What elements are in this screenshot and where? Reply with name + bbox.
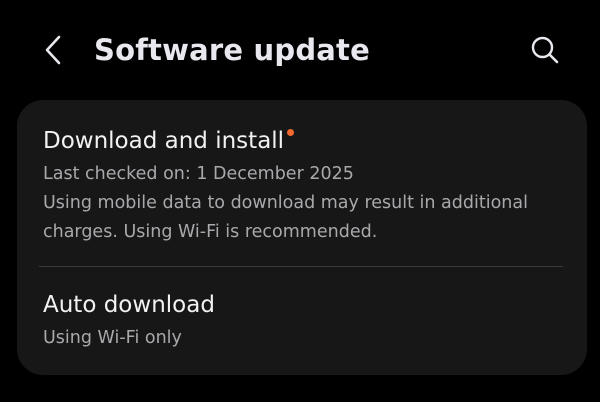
- last-checked-text: Last checked on: 1 December 2025: [43, 164, 354, 184]
- settings-card: Download and install Last checked on: 1 …: [17, 100, 587, 375]
- auto-download-title: Auto download: [43, 292, 215, 318]
- auto-download-item[interactable]: Auto download Using Wi-Fi only: [17, 268, 587, 375]
- download-and-install-label: Download and install: [43, 128, 285, 154]
- page-title: Software update: [94, 33, 370, 67]
- chevron-left-icon: [45, 35, 61, 65]
- download-and-install-title: Download and install: [43, 126, 295, 156]
- update-badge-dot: [287, 129, 295, 136]
- back-button[interactable]: [36, 30, 72, 70]
- search-icon: [531, 36, 559, 64]
- title-wrap: Download and install: [43, 126, 295, 156]
- app-bar: Software update: [0, 0, 600, 100]
- divider: [39, 266, 563, 267]
- mobile-data-warning-text: Using mobile data to download may result…: [43, 193, 528, 242]
- auto-download-status-text: Using Wi-Fi only: [43, 328, 182, 348]
- download-and-install-item[interactable]: Download and install Last checked on: 1 …: [17, 100, 587, 266]
- software-update-screen: Software update Download and install Las…: [0, 0, 600, 402]
- search-button[interactable]: [526, 30, 564, 70]
